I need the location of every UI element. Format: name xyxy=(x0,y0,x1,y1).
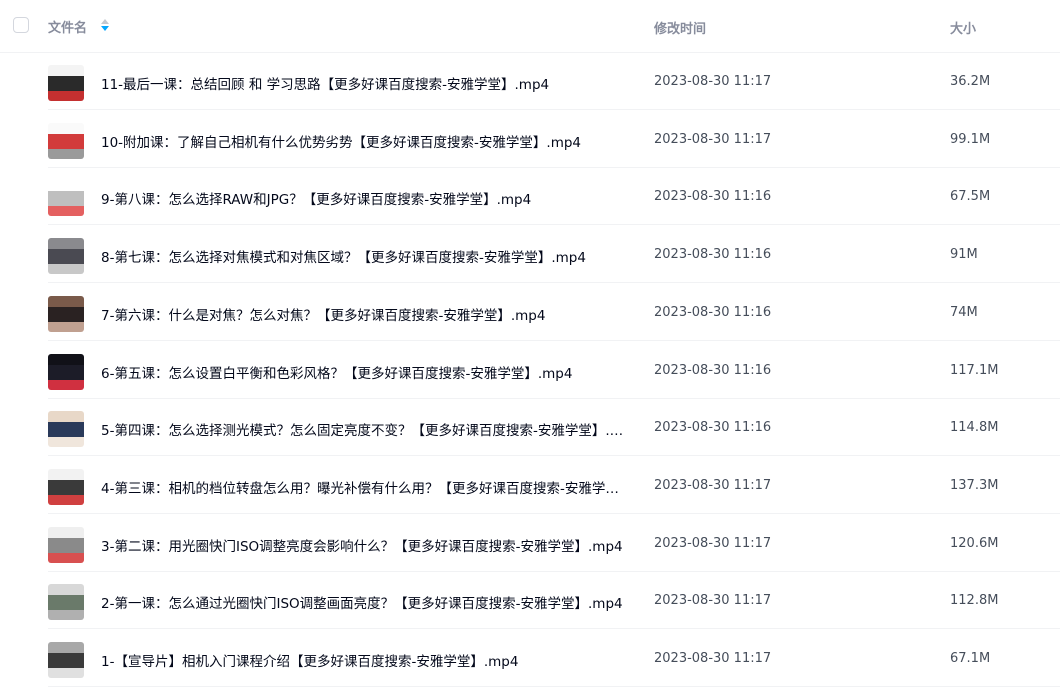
file-modified-time: 2023-08-30 11:16 xyxy=(654,247,772,263)
file-name[interactable]: 11-最后一课：总结回顾 和 学习思路【更多好课百度搜索-安雅学堂】.mp4 xyxy=(101,73,625,93)
file-size: 99.1M xyxy=(950,131,991,147)
file-size: 117.1M xyxy=(950,362,999,378)
file-row[interactable]: 1-【宣导片】相机入门课程介绍【更多好课百度搜索-安雅学堂】.mp4 2023-0… xyxy=(48,630,1060,687)
file-size: 36.2M xyxy=(950,74,991,89)
file-modified-time: 2023-08-30 11:16 xyxy=(654,189,772,205)
file-modified-time: 2023-08-30 11:16 xyxy=(654,304,772,320)
video-thumbnail[interactable] xyxy=(48,180,84,217)
file-row[interactable]: 10-附加课：了解自己相机有什么优势劣势【更多好课百度搜索-安雅学堂】.mp4 2… xyxy=(48,111,1060,168)
file-row[interactable]: 7-第六课：什么是对焦？怎么对焦？【更多好课百度搜索-安雅学堂】.mp4 2023… xyxy=(48,284,1060,341)
video-thumbnail[interactable] xyxy=(48,65,84,101)
file-size: 112.8M xyxy=(950,593,999,609)
column-header-name[interactable]: 文件名 xyxy=(48,17,87,36)
file-size: 91M xyxy=(950,247,978,263)
file-name[interactable]: 6-第五课：怎么设置白平衡和色彩风格？【更多好课百度搜索-安雅学堂】.mp4 xyxy=(101,362,625,382)
file-name[interactable]: 1-【宣导片】相机入门课程介绍【更多好课百度搜索-安雅学堂】.mp4 xyxy=(101,650,625,670)
file-name[interactable]: 9-第八课：怎么选择RAW和JPG？【更多好课百度搜索-安雅学堂】.mp4 xyxy=(101,188,625,208)
sort-icon[interactable] xyxy=(100,17,110,33)
file-modified-time: 2023-08-30 11:17 xyxy=(654,535,772,551)
file-row[interactable]: 9-第八课：怎么选择RAW和JPG？【更多好课百度搜索-安雅学堂】.mp4 202… xyxy=(48,168,1060,226)
file-size: 114.8M xyxy=(950,420,999,436)
file-row[interactable]: 8-第七课：怎么选择对焦模式和对焦区域？【更多好课百度搜索-安雅学堂】.mp4 2… xyxy=(48,226,1060,284)
file-row[interactable]: 5-第四课：怎么选择测光模式？怎么固定亮度不变？【更多好课百度搜索-安雅学堂】.… xyxy=(48,399,1060,457)
file-size: 67.5M xyxy=(950,189,991,205)
video-thumbnail[interactable] xyxy=(48,526,84,563)
file-row[interactable]: 2-第一课：怎么通过光圈快门ISO调整画面亮度？【更多好课百度搜索-安雅学堂】.… xyxy=(48,572,1060,630)
file-modified-time: 2023-08-30 11:17 xyxy=(654,593,772,609)
file-modified-time: 2023-08-30 11:16 xyxy=(654,420,772,436)
video-thumbnail[interactable] xyxy=(48,411,84,448)
file-name[interactable]: 3-第二课：用光圈快门ISO调整亮度会影响什么？【更多好课百度搜索-安雅学堂】.… xyxy=(101,535,625,555)
file-size: 67.1M xyxy=(950,651,991,666)
video-thumbnail[interactable] xyxy=(48,238,84,275)
file-size: 137.3M xyxy=(950,477,999,493)
file-modified-time: 2023-08-30 11:17 xyxy=(654,131,772,147)
file-modified-time: 2023-08-30 11:17 xyxy=(654,74,772,89)
file-row[interactable]: 11-最后一课：总结回顾 和 学习思路【更多好课百度搜索-安雅学堂】.mp4 20… xyxy=(48,53,1060,110)
column-header-size[interactable]: 大小 xyxy=(950,18,976,37)
file-name[interactable]: 7-第六课：什么是对焦？怎么对焦？【更多好课百度搜索-安雅学堂】.mp4 xyxy=(101,304,625,324)
file-list-header: 文件名 修改时间 大小 xyxy=(0,0,1060,53)
video-thumbnail[interactable] xyxy=(48,468,84,505)
file-size: 120.6M xyxy=(950,535,999,551)
file-name[interactable]: 4-第三课：相机的档位转盘怎么用？曝光补偿有什么用？【更多好课百度搜索-安雅学堂… xyxy=(101,477,625,497)
file-modified-time: 2023-08-30 11:17 xyxy=(654,477,772,493)
video-thumbnail[interactable] xyxy=(48,353,84,390)
column-header-modified[interactable]: 修改时间 xyxy=(654,18,706,37)
file-modified-time: 2023-08-30 11:17 xyxy=(654,651,772,666)
file-row[interactable]: 3-第二课：用光圈快门ISO调整亮度会影响什么？【更多好课百度搜索-安雅学堂】.… xyxy=(48,515,1060,572)
video-thumbnail[interactable] xyxy=(48,295,84,332)
video-thumbnail[interactable] xyxy=(48,122,84,159)
file-row[interactable]: 4-第三课：相机的档位转盘怎么用？曝光补偿有什么用？【更多好课百度搜索-安雅学堂… xyxy=(48,457,1060,514)
file-row[interactable]: 6-第五课：怎么设置白平衡和色彩风格？【更多好课百度搜索-安雅学堂】.mp4 20… xyxy=(48,342,1060,399)
file-modified-time: 2023-08-30 11:16 xyxy=(654,362,772,378)
select-all-checkbox[interactable] xyxy=(13,17,29,33)
video-thumbnail[interactable] xyxy=(48,584,84,621)
file-name[interactable]: 5-第四课：怎么选择测光模式？怎么固定亮度不变？【更多好课百度搜索-安雅学堂】.… xyxy=(101,419,625,439)
file-name[interactable]: 2-第一课：怎么通过光圈快门ISO调整画面亮度？【更多好课百度搜索-安雅学堂】.… xyxy=(101,592,625,612)
file-size: 74M xyxy=(950,304,978,320)
file-name[interactable]: 10-附加课：了解自己相机有什么优势劣势【更多好课百度搜索-安雅学堂】.mp4 xyxy=(101,131,625,151)
video-thumbnail[interactable] xyxy=(48,642,84,678)
file-name[interactable]: 8-第七课：怎么选择对焦模式和对焦区域？【更多好课百度搜索-安雅学堂】.mp4 xyxy=(101,246,625,266)
